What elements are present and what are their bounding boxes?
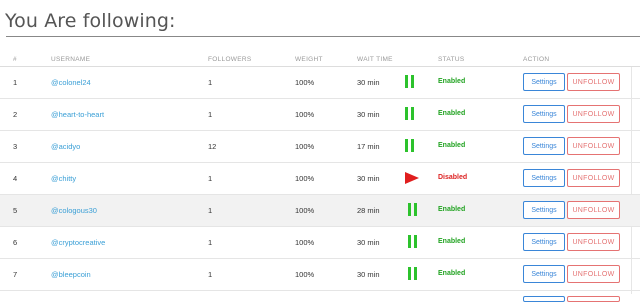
settings-button[interactable]: Settings: [523, 137, 565, 155]
weight-value: 100%: [295, 238, 315, 247]
settings-button[interactable]: [523, 296, 565, 302]
header-username: USERNAME: [51, 56, 91, 63]
header-num: #: [13, 56, 17, 63]
weight-value: 100%: [295, 174, 315, 183]
status-badge: Enabled: [438, 206, 466, 213]
unfollow-button[interactable]: UNFOLLOW: [567, 233, 620, 251]
followers-count: 1: [208, 238, 213, 247]
page-title: You Are following:: [5, 10, 176, 32]
title-divider: [6, 36, 640, 37]
pause-icon[interactable]: [405, 139, 419, 153]
table-row: 4 @chitty 1 100% 30 min Disabled Settings UNFOL…: [0, 163, 640, 195]
header-action: ACTION: [523, 56, 550, 63]
status-badge: Enabled: [438, 110, 466, 117]
settings-button[interactable]: Settings: [523, 233, 565, 251]
wait-time-value: 30 min: [357, 174, 380, 183]
unfollow-button[interactable]: UNFOLLOW: [567, 105, 620, 123]
table-row-partial: [0, 291, 640, 302]
unfollow-button[interactable]: UNFOLLOW: [567, 73, 620, 91]
status-badge: Enabled: [438, 78, 466, 85]
followers-count: 12: [208, 142, 217, 151]
status-badge: Enabled: [438, 238, 466, 245]
followers-count: 1: [208, 78, 213, 87]
username-link[interactable]: @bleepcoin: [51, 270, 91, 279]
table-header: # USERNAME FOLLOWERS WEIGHT WAIT TIME ST…: [0, 48, 640, 67]
settings-button[interactable]: Settings: [523, 201, 565, 219]
unfollow-button[interactable]: UNFOLLOW: [567, 169, 620, 187]
header-followers: FOLLOWERS: [208, 56, 252, 63]
wait-time-value: 30 min: [357, 110, 380, 119]
weight-value: 100%: [295, 206, 315, 215]
row-number: 4: [13, 174, 18, 183]
row-number: 5: [13, 206, 18, 215]
followers-count: 1: [208, 110, 213, 119]
status-badge: Disabled: [438, 174, 468, 181]
status-badge: Enabled: [438, 270, 466, 277]
followers-count: 1: [208, 270, 213, 279]
weight-value: 100%: [295, 110, 315, 119]
table-row: 1 @colonel24 1 100% 30 min Enabled Settings UNF…: [0, 67, 640, 99]
table-row: 3 @acidyo 12 100% 17 min Enabled Settings UNFOL…: [0, 131, 640, 163]
settings-button[interactable]: Settings: [523, 105, 565, 123]
username-link[interactable]: @heart-to-heart: [51, 110, 104, 119]
wait-time-value: 28 min: [357, 206, 380, 215]
unfollow-button[interactable]: UNFOLLOW: [567, 265, 620, 283]
wait-time-value: 17 min: [357, 142, 380, 151]
settings-button[interactable]: Settings: [523, 169, 565, 187]
table-row: 5 @cologous30 1 100% 28 min Enabled Settings UN…: [0, 195, 640, 227]
header-status: STATUS: [438, 56, 465, 63]
settings-button[interactable]: Settings: [523, 265, 565, 283]
pause-icon[interactable]: [405, 75, 419, 89]
wait-time-value: 30 min: [357, 238, 380, 247]
following-table: # USERNAME FOLLOWERS WEIGHT WAIT TIME ST…: [0, 48, 640, 302]
followers-count: 1: [208, 206, 213, 215]
username-link[interactable]: @colonel24: [51, 78, 91, 87]
pause-icon[interactable]: [408, 267, 422, 281]
unfollow-button[interactable]: [567, 296, 620, 302]
pause-icon[interactable]: [405, 107, 419, 121]
username-link[interactable]: @cryptocreative: [51, 238, 105, 247]
table-row: 2 @heart-to-heart 1 100% 30 min Enabled Settin…: [0, 99, 640, 131]
header-weight: WEIGHT: [295, 56, 323, 63]
header-wait-time: WAIT TIME: [357, 56, 393, 63]
weight-value: 100%: [295, 78, 315, 87]
pause-icon[interactable]: [408, 235, 422, 249]
status-badge: Enabled: [438, 142, 466, 149]
row-number: 1: [13, 78, 18, 87]
settings-button[interactable]: Settings: [523, 73, 565, 91]
row-number: 6: [13, 238, 18, 247]
table-row: 7 @bleepcoin 1 100% 30 min Enabled Settings UNF…: [0, 259, 640, 291]
pause-icon[interactable]: [408, 203, 422, 217]
wait-time-value: 30 min: [357, 78, 380, 87]
table-row: 6 @cryptocreative 1 100% 30 min Enabled Settin…: [0, 227, 640, 259]
row-number: 3: [13, 142, 18, 151]
username-link[interactable]: @cologous30: [51, 206, 97, 215]
username-link[interactable]: @chitty: [51, 174, 76, 183]
unfollow-button[interactable]: UNFOLLOW: [567, 137, 620, 155]
table-body: 1 @colonel24 1 100% 30 min Enabled Settings UNF…: [0, 67, 640, 291]
row-number: 2: [13, 110, 18, 119]
wait-time-value: 30 min: [357, 270, 380, 279]
play-icon[interactable]: [405, 172, 419, 184]
weight-value: 100%: [295, 142, 315, 151]
unfollow-button[interactable]: UNFOLLOW: [567, 201, 620, 219]
followers-count: 1: [208, 174, 213, 183]
weight-value: 100%: [295, 270, 315, 279]
username-link[interactable]: @acidyo: [51, 142, 80, 151]
row-number: 7: [13, 270, 18, 279]
